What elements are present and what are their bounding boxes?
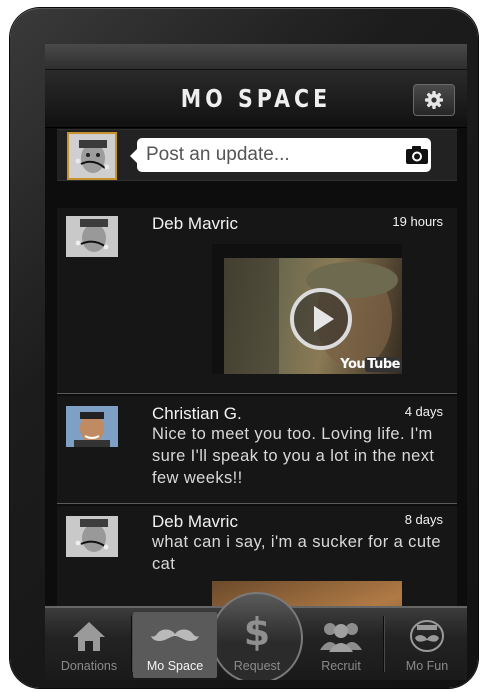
- app-title: MO SPACE: [180, 84, 332, 113]
- post-composer: [57, 129, 457, 181]
- camera-button[interactable]: [405, 143, 429, 167]
- post-author[interactable]: Deb Mavric: [152, 214, 238, 234]
- play-icon: [314, 306, 334, 332]
- tab-donations[interactable]: Donations: [47, 612, 131, 678]
- status-bar: [45, 44, 467, 70]
- post-author[interactable]: Christian G.: [152, 404, 242, 424]
- house-icon: [47, 618, 131, 654]
- tab-label: Recruit: [321, 659, 361, 673]
- people-icon: [299, 618, 383, 654]
- tab-divider: [383, 616, 384, 672]
- video-frame: You Tube: [224, 258, 402, 374]
- tablet-frame: MO SPACE Post an update... Deb Mavric 19…: [10, 8, 478, 688]
- play-button[interactable]: [290, 288, 352, 350]
- user-avatar[interactable]: [67, 132, 117, 180]
- feed-post: Christian G. 4 days Nice to meet you too…: [57, 396, 457, 504]
- header-bar: MO SPACE: [45, 70, 467, 128]
- post-avatar[interactable]: [66, 406, 118, 447]
- camera-icon: [406, 146, 428, 164]
- input-pointer: [130, 149, 137, 163]
- post-timestamp: 8 days: [404, 512, 443, 527]
- settings-button[interactable]: [413, 84, 455, 116]
- tab-mo-space[interactable]: Mo Space: [133, 612, 217, 678]
- tab-label: Mo Fun: [405, 659, 449, 673]
- dollar-icon: $: [215, 608, 299, 652]
- mustache-icon: [133, 618, 217, 654]
- avatar-portrait: [66, 516, 118, 557]
- feed-post: Deb Mavric 19 hours You Tube: [57, 208, 457, 394]
- post-timestamp: 19 hours: [392, 214, 443, 229]
- bottom-tab-bar: Donations Mo Space $ Request Recruit Mo …: [45, 592, 467, 680]
- post-author[interactable]: Deb Mavric: [152, 512, 238, 532]
- gear-icon: [425, 91, 443, 109]
- post-text: what can i say, i'm a sucker for a cute …: [152, 533, 441, 573]
- app-screen: MO SPACE Post an update... Deb Mavric 19…: [45, 44, 467, 680]
- post-text: Nice to meet you too. Loving life. I'm s…: [152, 425, 435, 487]
- mo-fun-badge-icon: [385, 618, 467, 654]
- youtube-logo-icon: You Tube: [340, 357, 402, 372]
- tab-mo-fun[interactable]: Mo Fun: [385, 612, 467, 678]
- video-thumbnail[interactable]: You Tube: [212, 244, 402, 374]
- post-timestamp: 4 days: [404, 404, 443, 419]
- tab-label: Mo Space: [146, 659, 204, 673]
- status-update-input[interactable]: [137, 138, 431, 172]
- tab-divider: [131, 616, 132, 672]
- tab-label: Request: [233, 659, 281, 673]
- avatar-portrait: [69, 134, 115, 178]
- svg-text:$: $: [244, 610, 270, 652]
- post-avatar[interactable]: [66, 216, 118, 257]
- tab-label: Donations: [60, 659, 118, 673]
- avatar-portrait: [66, 406, 118, 447]
- tab-request[interactable]: $ Request: [215, 610, 299, 678]
- post-avatar[interactable]: [66, 516, 118, 557]
- tab-recruit[interactable]: Recruit: [299, 612, 383, 678]
- avatar-portrait: [66, 216, 118, 257]
